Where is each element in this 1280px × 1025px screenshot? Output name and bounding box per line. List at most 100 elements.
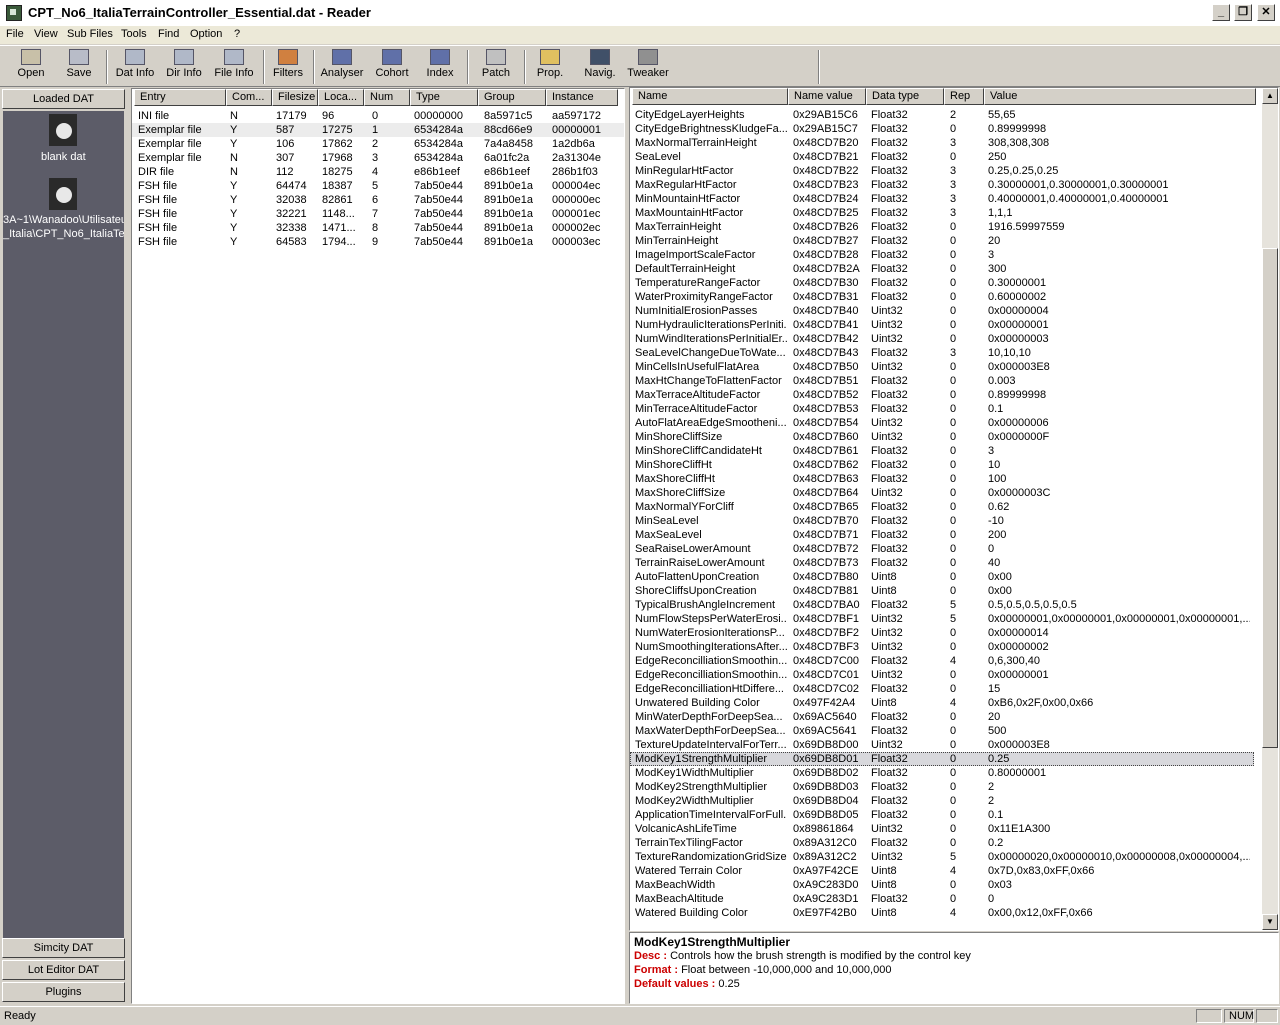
col-entry[interactable]: Entry bbox=[134, 89, 226, 106]
col-location[interactable]: Loca... bbox=[318, 89, 364, 106]
property-row[interactable]: EdgeReconcilliationSmoothin... 0x48CD7C00… bbox=[630, 654, 1254, 668]
property-row[interactable]: MaxShoreCliffHt 0x48CD7B63 Float32 0 100 bbox=[630, 472, 1254, 486]
index-button[interactable]: Index bbox=[422, 49, 458, 85]
property-row[interactable]: ApplicationTimeIntervalForFull... 0x69DB8… bbox=[630, 808, 1254, 822]
file-info-button[interactable]: File Info bbox=[211, 49, 257, 85]
menu-view[interactable]: View bbox=[34, 28, 58, 40]
col-value[interactable]: Value bbox=[984, 88, 1256, 105]
property-row[interactable]: AutoFlattenUponCreation 0x48CD7B80 Uint8 0 0… bbox=[630, 570, 1254, 584]
dat-item-label[interactable]: 3A~1\Wanadoo\Utilisateu bbox=[3, 214, 124, 226]
property-row[interactable]: MinSeaLevel 0x48CD7B70 Float32 0 -10 bbox=[630, 514, 1254, 528]
table-row[interactable]: Exemplar file Y 106 17862 2 6534284a 7a4a8458 1… bbox=[132, 137, 624, 151]
menu-tools[interactable]: Tools bbox=[121, 28, 147, 40]
property-row[interactable]: NumSmoothingIterationsAfter... 0x48CD7BF3… bbox=[630, 640, 1254, 654]
menu-sub-files[interactable]: Sub Files bbox=[67, 28, 113, 40]
property-row[interactable]: NumInitialErosionPasses 0x48CD7B40 Uint32 0… bbox=[630, 304, 1254, 318]
property-row[interactable]: MaxShoreCliffSize 0x48CD7B64 Uint32 0 0x0000… bbox=[630, 486, 1254, 500]
menu-file[interactable]: File bbox=[6, 28, 24, 40]
property-row[interactable]: EdgeReconcilliationHtDiffere... 0x48CD7C0… bbox=[630, 682, 1254, 696]
property-row[interactable]: ImageImportScaleFactor 0x48CD7B28 Float32 0… bbox=[630, 248, 1254, 262]
patch-button[interactable]: Patch bbox=[478, 49, 514, 85]
filters-button[interactable]: Filters bbox=[270, 49, 306, 85]
dat-file-icon[interactable] bbox=[47, 178, 79, 210]
property-row[interactable]: NumWindIterationsPerInitialEr... 0x48CD7B… bbox=[630, 332, 1254, 346]
property-row[interactable]: TemperatureRangeFactor 0x48CD7B30 Float32 0… bbox=[630, 276, 1254, 290]
property-row[interactable]: Unwatered Building Color 0x497F42A4 Uint8 4… bbox=[630, 696, 1254, 710]
property-row[interactable]: SeaRaiseLowerAmount 0x48CD7B72 Float32 0 0 bbox=[630, 542, 1254, 556]
col-num[interactable]: Num bbox=[364, 89, 410, 106]
property-row[interactable]: MinMountainHtFactor 0x48CD7B24 Float32 3 0.4… bbox=[630, 192, 1254, 206]
property-row[interactable]: MaxMountainHtFactor 0x48CD7B25 Float32 3 1,1… bbox=[630, 206, 1254, 220]
property-row[interactable]: MaxRegularHtFactor 0x48CD7B23 Float32 3 0.30… bbox=[630, 178, 1254, 192]
property-row[interactable]: Watered Building Color 0xE97F42B0 Uint8 4 0x… bbox=[630, 906, 1254, 920]
dat-item-label[interactable]: _Italia\CPT_No6_ItaliaTe bbox=[3, 228, 124, 240]
menu-option[interactable]: Option bbox=[190, 28, 222, 40]
col-data-type[interactable]: Data type bbox=[866, 88, 944, 105]
property-row[interactable]: WaterProximityRangeFactor 0x48CD7B31 Float… bbox=[630, 290, 1254, 304]
table-row[interactable]: FSH file Y 64474 18387 5 7ab50e44 891b0e1a 0000… bbox=[132, 179, 624, 193]
property-row[interactable]: MaxHtChangeToFlattenFactor 0x48CD7B51 Floa… bbox=[630, 374, 1254, 388]
property-row[interactable]: ModKey1StrengthMultiplier 0x69DB8D01 Float… bbox=[630, 752, 1254, 766]
table-row[interactable]: Exemplar file N 307 17968 3 6534284a 6a01fc2a 2… bbox=[132, 151, 624, 165]
property-row[interactable]: TextureRandomizationGridSize 0x89A312C2 Ui… bbox=[630, 850, 1254, 864]
property-row[interactable]: CityEdgeLayerHeights 0x29AB15C6 Float32 2 55… bbox=[630, 108, 1254, 122]
save-button[interactable]: Save bbox=[62, 49, 96, 85]
menu-help[interactable]: ? bbox=[234, 28, 240, 40]
property-row[interactable]: ModKey1WidthMultiplier 0x69DB8D02 Float32 0… bbox=[630, 766, 1254, 780]
property-row[interactable]: MinTerraceAltitudeFactor 0x48CD7B53 Float3… bbox=[630, 402, 1254, 416]
tweaker-button[interactable]: Tweaker bbox=[626, 49, 670, 85]
property-row[interactable]: TerrainTexTilingFactor 0x89A312C0 Float32 0… bbox=[630, 836, 1254, 850]
scroll-down-button[interactable]: ▼ bbox=[1262, 914, 1278, 930]
property-row[interactable]: MinWaterDepthForDeepSea... 0x69AC5640 Floa… bbox=[630, 710, 1254, 724]
plugins-button[interactable]: Plugins bbox=[2, 982, 125, 1002]
property-row[interactable]: MaxWaterDepthForDeepSea... 0x69AC5641 Floa… bbox=[630, 724, 1254, 738]
col-type[interactable]: Type bbox=[410, 89, 478, 106]
table-row[interactable]: FSH file Y 32038 82861 6 7ab50e44 891b0e1a 0000… bbox=[132, 193, 624, 207]
scroll-up-button[interactable]: ▲ bbox=[1262, 88, 1278, 104]
analyser-button[interactable]: Analyser bbox=[318, 49, 366, 85]
property-row[interactable]: NumHydraulicIterationsPerIniti... 0x48CD7… bbox=[630, 318, 1254, 332]
property-row[interactable]: ModKey2WidthMultiplier 0x69DB8D04 Float32 0… bbox=[630, 794, 1254, 808]
maximize-button[interactable]: ❐ bbox=[1234, 4, 1252, 21]
prop-button[interactable]: Prop. bbox=[533, 49, 567, 85]
property-row[interactable]: Watered Terrain Color 0xA97F42CE Uint8 4 0x7… bbox=[630, 864, 1254, 878]
property-row[interactable]: CityEdgeBrightnessKludgeFa... 0x29AB15C7 F… bbox=[630, 122, 1254, 136]
property-row[interactable]: TypicalBrushAngleIncrement 0x48CD7BA0 Floa… bbox=[630, 598, 1254, 612]
open-button[interactable]: Open bbox=[12, 49, 50, 85]
scroll-thumb[interactable] bbox=[1262, 248, 1278, 748]
table-row[interactable]: DIR file N 112 18275 4 e86b1eef e86b1eef 286b1f… bbox=[132, 165, 624, 179]
table-row[interactable]: FSH file Y 64583 1794... 9 7ab50e44 891b0e1a 00… bbox=[132, 235, 624, 249]
table-row[interactable]: Exemplar file Y 587 17275 1 6534284a 88cd66e9 0… bbox=[132, 123, 624, 137]
property-row[interactable]: SeaLevel 0x48CD7B21 Float32 0 250 bbox=[630, 150, 1254, 164]
property-row[interactable]: MaxSeaLevel 0x48CD7B71 Float32 0 200 bbox=[630, 528, 1254, 542]
property-row[interactable]: DefaultTerrainHeight 0x48CD7B2A Float32 0 30… bbox=[630, 262, 1254, 276]
loaded-dat-header[interactable]: Loaded DAT bbox=[2, 89, 125, 109]
property-row[interactable]: MaxNormalYForCliff 0x48CD7B65 Float32 0 0.62 bbox=[630, 500, 1254, 514]
property-row[interactable]: TerrainRaiseLowerAmount 0x48CD7B73 Float32… bbox=[630, 556, 1254, 570]
col-compressed[interactable]: Com... bbox=[226, 89, 272, 106]
property-row[interactable]: MaxBeachWidth 0xA9C283D0 Uint8 0 0x03 bbox=[630, 878, 1254, 892]
property-row[interactable]: MaxBeachAltitude 0xA9C283D1 Float32 0 0 bbox=[630, 892, 1254, 906]
property-row[interactable]: MinCellsInUsefulFlatArea 0x48CD7B50 Uint32… bbox=[630, 360, 1254, 374]
property-row[interactable]: MinTerrainHeight 0x48CD7B27 Float32 0 20 bbox=[630, 234, 1254, 248]
minimize-button[interactable]: _ bbox=[1212, 4, 1230, 21]
col-instance[interactable]: Instance bbox=[546, 89, 618, 106]
cohort-button[interactable]: Cohort bbox=[372, 49, 412, 85]
property-row[interactable]: ShoreCliffsUponCreation 0x48CD7B81 Uint8 0 0… bbox=[630, 584, 1254, 598]
close-button[interactable]: ✕ bbox=[1257, 4, 1275, 21]
dir-info-button[interactable]: Dir Info bbox=[162, 49, 206, 85]
table-row[interactable]: FSH file Y 32338 1471... 8 7ab50e44 891b0e1a 00… bbox=[132, 221, 624, 235]
property-row[interactable]: MaxTerraceAltitudeFactor 0x48CD7B52 Float3… bbox=[630, 388, 1254, 402]
property-row[interactable]: NumWaterErosionIterationsP... 0x48CD7BF2 U… bbox=[630, 626, 1254, 640]
property-row[interactable]: EdgeReconcilliationSmoothin... 0x48CD7C01… bbox=[630, 668, 1254, 682]
property-row[interactable]: MinRegularHtFactor 0x48CD7B22 Float32 3 0.25… bbox=[630, 164, 1254, 178]
table-row[interactable]: FSH file Y 32221 1148... 7 7ab50e44 891b0e1a 00… bbox=[132, 207, 624, 221]
property-row[interactable]: SeaLevelChangeDueToWate... 0x48CD7B43 Floa… bbox=[630, 346, 1254, 360]
dat-info-button[interactable]: Dat Info bbox=[112, 49, 158, 85]
property-row[interactable]: TextureUpdateIntervalForTerr... 0x69DB8D0… bbox=[630, 738, 1254, 752]
col-filesize[interactable]: Filesize bbox=[272, 89, 318, 106]
simcity-dat-button[interactable]: Simcity DAT bbox=[2, 938, 125, 958]
col-group[interactable]: Group bbox=[478, 89, 546, 106]
navig-button[interactable]: Navig. bbox=[582, 49, 618, 85]
col-name[interactable]: Name bbox=[632, 88, 788, 105]
